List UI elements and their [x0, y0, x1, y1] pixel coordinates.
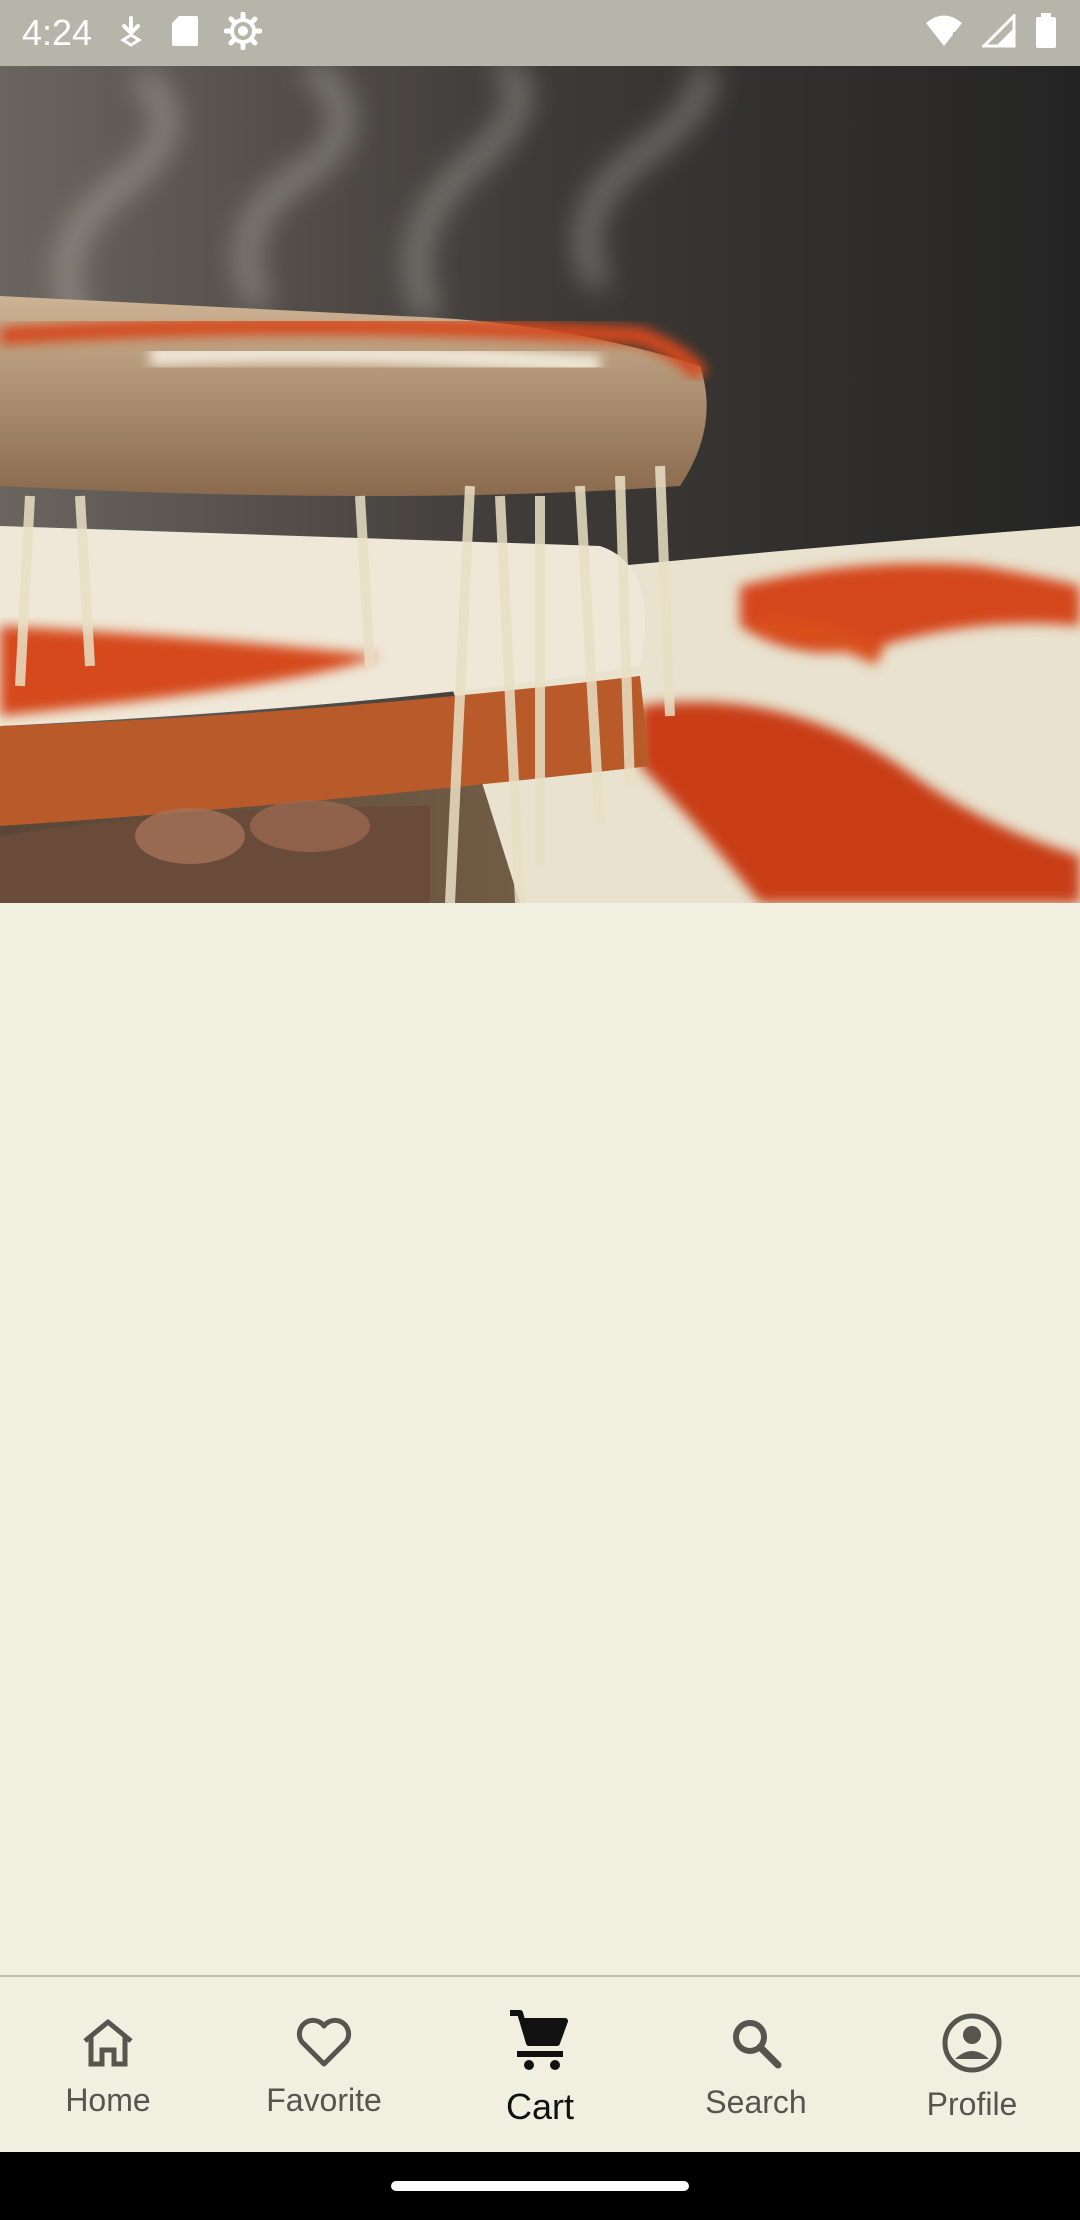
- nav-label-favorite: Favorite: [266, 2081, 382, 2118]
- status-time: 4:24: [22, 12, 93, 53]
- download-icon: [116, 14, 146, 53]
- wifi-icon: [924, 14, 964, 53]
- nav-item-home[interactable]: Home: [0, 1977, 216, 2152]
- nav-item-profile[interactable]: Profile: [864, 1977, 1080, 2152]
- settings-gear-icon: [223, 11, 263, 55]
- status-bar-left: 4:24: [22, 11, 263, 55]
- nav-label-profile: Profile: [926, 2085, 1018, 2122]
- status-bar: 4:24: [0, 0, 1080, 66]
- signal-icon: [980, 11, 1016, 53]
- app-root: 4:24 Home Favorite Cart Search Profile: [0, 0, 1080, 2220]
- nav-label-search: Search: [705, 2083, 807, 2120]
- cart-icon: [507, 2007, 573, 2078]
- hero-image-pizza: [0, 66, 1080, 903]
- heart-icon: [294, 2017, 354, 2074]
- content-area: [0, 903, 1080, 1975]
- nav-label-cart: Cart: [505, 2086, 574, 2127]
- nav-label-home: Home: [65, 2081, 151, 2118]
- nav-item-search[interactable]: Search: [648, 1977, 864, 2152]
- home-gesture-handle[interactable]: [391, 2181, 689, 2191]
- home-icon: [79, 2017, 137, 2074]
- sd-card-icon: [170, 14, 200, 53]
- gesture-bar: [0, 2152, 1080, 2220]
- bottom-nav: Home Favorite Cart Search Profile: [0, 1975, 1080, 2152]
- nav-item-cart[interactable]: Cart: [432, 1977, 648, 2152]
- search-icon: [728, 2015, 784, 2076]
- battery-icon: [1034, 12, 1058, 54]
- status-bar-right: [924, 11, 1058, 54]
- nav-item-favorite[interactable]: Favorite: [216, 1977, 432, 2152]
- profile-icon: [942, 2013, 1002, 2078]
